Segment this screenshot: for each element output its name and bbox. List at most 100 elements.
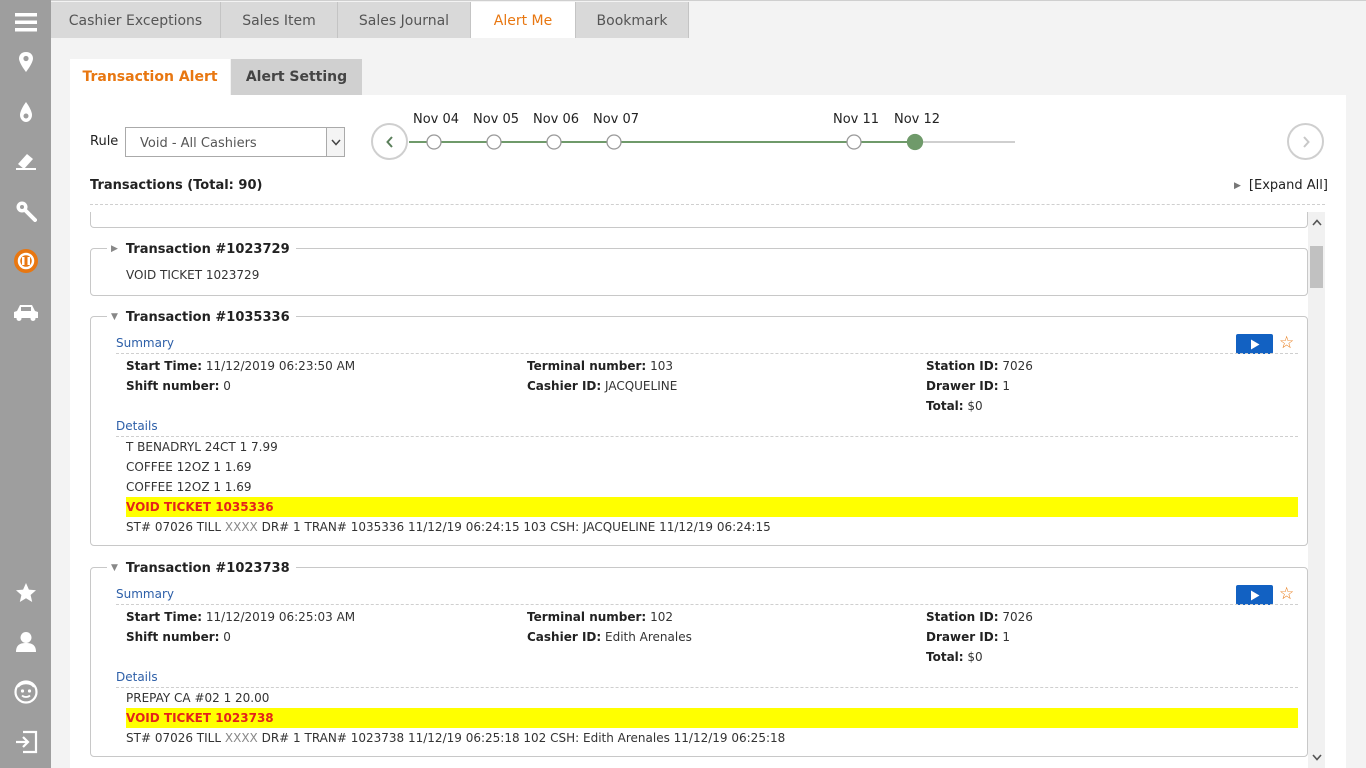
location-pin-icon[interactable] [0,42,51,82]
transaction-card: ▼ Transaction #1023738 Summary ☆ Start Ti… [90,558,1308,757]
transaction-toggle[interactable]: ▼ Transaction #1023738 [107,558,296,578]
divider [116,687,1298,688]
transaction-toggle[interactable]: ▶ Transaction #1023729 [107,239,296,259]
timeline-label[interactable]: Nov 04 [413,112,459,127]
chevron-right-icon [1302,135,1310,148]
transaction-footer: ST# 07026 TILL XXXX DR# 1 TRAN# 1035336 … [126,520,771,534]
transactions-list: ▶ Transaction #1023729 VOID TICKET 102372… [90,212,1325,768]
play-icon [1250,590,1259,600]
transaction-title: Transaction #1023729 [125,241,290,257]
divider [90,204,1325,205]
terminal-number-field: Terminal number: 102 [527,610,673,624]
timeline-label[interactable]: Nov 11 [833,112,879,127]
tab-sales-item[interactable]: Sales Item [221,2,338,39]
start-time-field: Start Time: 11/12/2019 06:23:50 AM [126,359,356,373]
divider [116,604,1298,605]
detail-line: COFFEE 12OZ 1 1.69 [126,460,252,474]
triangle-right-icon: ▶ [1234,181,1241,191]
left-icon-bar [0,0,51,768]
triangle-down-icon: ▼ [111,312,118,322]
drawer-id-field: Drawer ID: 1 [926,630,1010,644]
transaction-card: ▶ Transaction #1023729 VOID TICKET 102372… [90,239,1308,296]
divider [116,436,1298,437]
rule-select-value: Void - All Cashiers [140,136,257,151]
triangle-right-icon: ▶ [111,244,118,254]
void-highlight-row: VOID TICKET 1023738 [126,708,1298,728]
details-label: Details [116,419,158,433]
scroll-down-arrow-icon[interactable] [1308,749,1325,766]
drawer-id-field: Drawer ID: 1 [926,379,1010,393]
timeline-prev-button[interactable] [371,123,408,160]
scroll-up-arrow-icon[interactable] [1308,214,1325,231]
chevron-down-icon[interactable] [326,128,344,156]
tab-cashier-exceptions[interactable]: Cashier Exceptions [51,2,221,39]
scrollbar-thumb[interactable] [1310,246,1323,288]
total-field: Total: $0 [926,650,983,664]
cashier-id-field: Cashier ID: Edith Arenales [527,630,692,644]
tab-alert-me[interactable]: Alert Me [471,2,576,39]
detail-line: PREPAY CA #02 1 20.00 [126,691,270,705]
fuel-drop-icon[interactable] [0,92,51,132]
subtab-alert-setting[interactable]: Alert Setting [231,59,362,95]
play-video-button[interactable] [1236,334,1273,354]
timeline-node-nov05[interactable] [486,134,502,150]
chevron-left-icon [385,135,393,148]
tab-bookmark[interactable]: Bookmark [576,2,689,39]
details-label: Details [116,670,158,684]
start-time-field: Start Time: 11/12/2019 06:25:03 AM [126,610,356,624]
transaction-toggle[interactable]: ▼ Transaction #1035336 [107,307,296,327]
bookmark-star-icon[interactable]: ☆ [1279,586,1294,603]
station-id-field: Station ID: 7026 [926,359,1033,373]
car-icon[interactable] [0,292,51,332]
transaction-title: Transaction #1023738 [125,560,290,576]
top-tab-bar: Cashier Exceptions Sales Item Sales Jour… [51,0,1366,39]
rule-label: Rule [90,134,119,149]
detail-line: COFFEE 12OZ 1 1.69 [126,480,252,494]
expand-all-label: [Expand All] [1248,178,1328,193]
terminal-number-field: Terminal number: 103 [527,359,673,373]
transaction-card: ▼ Transaction #1035336 Summary ☆ Start Ti… [90,307,1308,546]
transaction-title: Transaction #1035336 [125,309,290,325]
summary-label: Summary [116,587,174,601]
user-icon[interactable] [0,622,51,662]
tab-sales-journal[interactable]: Sales Journal [338,2,471,39]
timeline-next-button[interactable] [1287,123,1324,160]
station-id-field: Station ID: 7026 [926,610,1033,624]
total-field: Total: $0 [926,399,983,413]
timeline-label[interactable]: Nov 07 [593,112,639,127]
subtab-transaction-alert[interactable]: Transaction Alert [70,59,230,95]
play-video-button[interactable] [1236,585,1273,605]
void-highlight-row: VOID TICKET 1035336 [126,497,1298,517]
detail-line: T BENADRYL 24CT 1 7.99 [126,440,278,454]
list-scrollbar[interactable] [1308,212,1325,768]
timeline-track [409,133,1015,151]
timeline-node-nov06[interactable] [546,134,562,150]
transactions-total: Transactions (Total: 90) [90,178,263,193]
timeline-node-nov11[interactable] [846,134,862,150]
expand-all-button[interactable]: ▶ [Expand All] [1234,178,1328,193]
play-icon [1250,339,1259,349]
logout-icon[interactable] [0,722,51,762]
timeline-label[interactable]: Nov 05 [473,112,519,127]
star-icon[interactable] [0,573,51,613]
menu-icon[interactable] [0,2,51,42]
timeline-label[interactable]: Nov 06 [533,112,579,127]
shift-number-field: Shift number: 0 [126,630,231,644]
timeline-label[interactable]: Nov 12 [894,112,940,127]
triangle-down-icon: ▼ [111,563,118,573]
eraser-icon[interactable] [0,141,51,181]
timeline-node-nov07[interactable] [606,134,622,150]
summary-label: Summary [116,336,174,350]
alert-dashboard-icon[interactable] [0,241,51,281]
rule-select[interactable]: Void - All Cashiers [125,127,345,157]
divider [116,353,1298,354]
timeline-node-nov04[interactable] [426,134,442,150]
timeline-node-nov12[interactable] [906,133,924,151]
transaction-preview: VOID TICKET 1023729 [126,268,260,282]
previous-card-edge [90,212,1308,228]
transaction-footer: ST# 07026 TILL XXXX DR# 1 TRAN# 1023738 … [126,731,786,745]
shift-number-field: Shift number: 0 [126,379,231,393]
wrench-icon[interactable] [0,191,51,231]
support-face-icon[interactable] [0,672,51,712]
bookmark-star-icon[interactable]: ☆ [1279,335,1294,352]
